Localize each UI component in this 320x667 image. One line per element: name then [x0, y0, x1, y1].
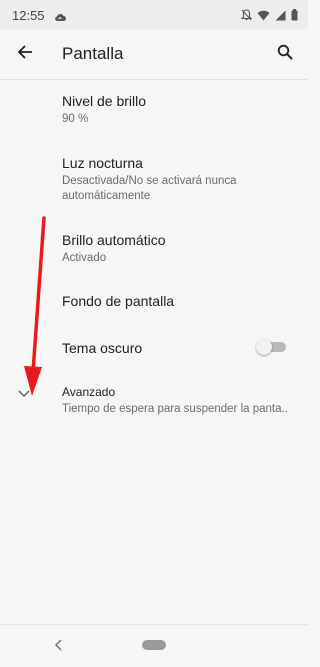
search-icon — [277, 44, 293, 65]
setting-title: Tema oscuro — [62, 340, 143, 356]
status-bar: 12:55 — [0, 0, 308, 29]
setting-summary: Activado — [62, 252, 107, 264]
setting-summary: Desactivada/No se activará nunca automát… — [62, 175, 237, 202]
setting-advanced[interactable]: Avanzado Tiempo de espera para suspender… — [0, 380, 308, 422]
status-time: 12:55 — [12, 8, 45, 23]
status-icons — [240, 8, 298, 26]
setting-summary: 90 % — [62, 113, 89, 125]
wifi-icon — [257, 8, 270, 26]
search-button[interactable] — [272, 41, 298, 67]
nav-back-icon[interactable] — [54, 638, 64, 656]
app-bar: Pantalla — [0, 29, 308, 80]
cloud-icon — [54, 9, 66, 27]
page-title: Pantalla — [62, 44, 124, 63]
chevron-down-icon — [17, 386, 31, 405]
dark-theme-toggle[interactable] — [256, 339, 286, 355]
navigation-bar — [0, 624, 308, 667]
nav-home-pill[interactable] — [142, 640, 166, 650]
setting-title: Avanzado — [62, 385, 116, 399]
arrow-back-icon — [17, 44, 33, 65]
setting-night-light[interactable]: Luz nocturna Desactivada/No se activará … — [0, 146, 308, 208]
setting-title: Nivel de brillo — [62, 93, 147, 109]
toggle-thumb — [256, 339, 272, 355]
setting-title: Fondo de pantalla — [62, 293, 175, 309]
setting-wallpaper[interactable]: Fondo de pantalla — [0, 286, 308, 322]
notifications-off-icon — [240, 8, 253, 26]
setting-auto-brightness[interactable]: Brillo automático Activado — [0, 224, 308, 272]
setting-title: Luz nocturna — [62, 155, 143, 171]
battery-icon — [291, 8, 298, 26]
setting-dark-theme[interactable]: Tema oscuro — [0, 334, 308, 364]
signal-icon — [275, 8, 286, 26]
back-button[interactable] — [12, 41, 38, 67]
setting-brightness-level[interactable]: Nivel de brillo 90 % — [0, 86, 308, 136]
setting-title: Brillo automático — [62, 232, 166, 248]
setting-summary: Tiempo de espera para suspender la panta… — [62, 403, 288, 415]
